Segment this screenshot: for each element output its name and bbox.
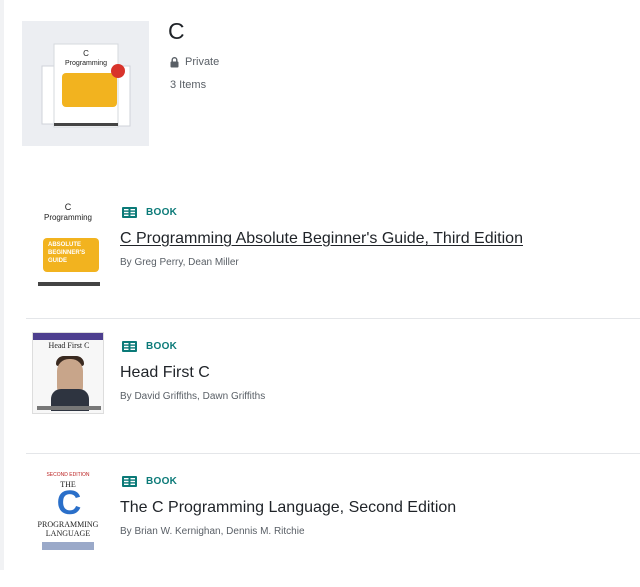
cover-programming: PROGRAMMING	[37, 520, 99, 529]
book-icon	[122, 476, 137, 487]
cover-badge-line: ABSOLUTE	[48, 242, 81, 248]
collection-cover[interactable]: C Programming	[22, 21, 149, 146]
collection-title: C	[168, 18, 185, 44]
cover-badge-line: GUIDE	[48, 258, 68, 264]
cover-badge-line: BEGINNER'S	[48, 250, 86, 256]
book-authors: By David Griffiths, Dawn Griffiths	[120, 391, 266, 402]
book-cover[interactable]: Head First C	[32, 332, 104, 414]
collection-cover-art: C Programming	[41, 43, 131, 128]
list-item: Head First C BOOK Head First C By David …	[26, 318, 640, 452]
cover-title: Head First C	[48, 341, 90, 350]
content-type-label: BOOK	[146, 207, 178, 218]
content-type-label: BOOK	[146, 476, 178, 487]
book-title-link[interactable]: C Programming Absolute Beginner's Guide,…	[120, 230, 523, 248]
list-item: SECOND EDITION THE C PROGRAMMING LANGUAG…	[26, 453, 640, 587]
item-count: 3 Items	[170, 79, 207, 91]
book-cover[interactable]: C Programming ABSOLUTE BEGINNER'S GUIDE	[32, 200, 104, 290]
content-type: BOOK	[122, 207, 177, 218]
book-authors: By Brian W. Kernighan, Dennis M. Ritchie	[120, 526, 305, 537]
cover-footer	[37, 406, 101, 410]
svg-text:Programming: Programming	[65, 60, 107, 67]
privacy-status: Private	[170, 56, 219, 68]
book-title-link[interactable]: Head First C	[120, 364, 210, 382]
lock-icon	[170, 56, 179, 67]
cover-authors-band	[42, 542, 94, 550]
content-type-label: BOOK	[146, 341, 178, 352]
svg-text:C: C	[83, 49, 89, 58]
left-edge-rule	[0, 0, 4, 570]
book-icon	[122, 341, 137, 352]
content-type: BOOK	[122, 341, 177, 352]
book-cover[interactable]: SECOND EDITION THE C PROGRAMMING LANGUAG…	[32, 472, 104, 562]
cover-letter: C	[64, 202, 72, 212]
book-title-link[interactable]: The C Programming Language, Second Editi…	[120, 499, 456, 517]
book-authors: By Greg Perry, Dean Miller	[120, 257, 239, 268]
privacy-label: Private	[185, 56, 220, 68]
list-item: C Programming ABSOLUTE BEGINNER'S GUIDE …	[26, 200, 640, 318]
book-icon	[122, 207, 137, 218]
cover-edition: SECOND EDITION	[46, 472, 90, 478]
cover-subtitle: Programming	[43, 213, 92, 222]
cover-badge: ABSOLUTE BEGINNER'S GUIDE	[43, 238, 99, 272]
cover-band	[33, 333, 103, 340]
cover-language: LANGUAGE	[45, 529, 91, 538]
cover-footer	[38, 282, 100, 286]
content-type: BOOK	[122, 476, 177, 487]
cover-big-letter: C	[56, 484, 82, 522]
